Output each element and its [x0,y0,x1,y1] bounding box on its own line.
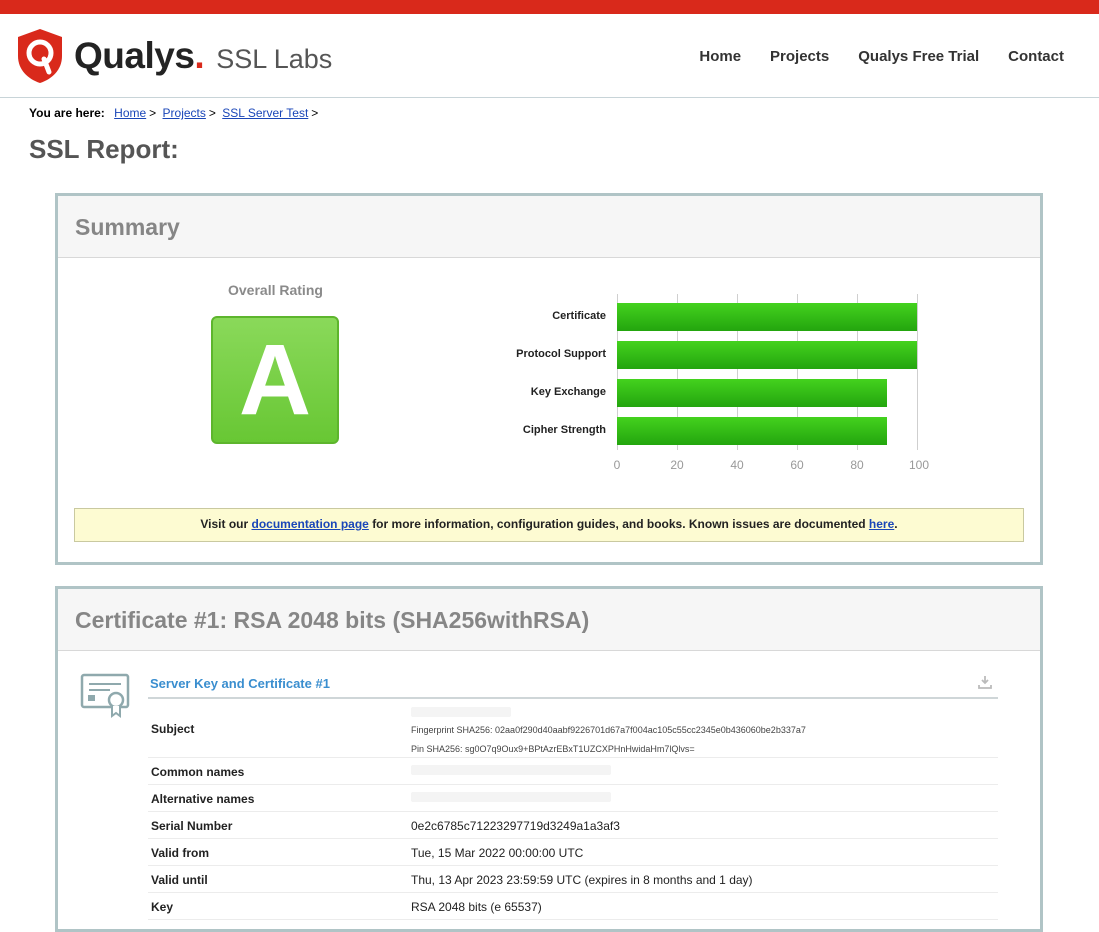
row-alternative-names: Alternative names [148,785,998,812]
bar-certificate [617,303,917,331]
server-key-section-title: Server Key and Certificate #1 [150,676,330,691]
brand-name: Qualys. [74,35,205,76]
breadcrumb-projects[interactable]: Projects [163,106,206,120]
row-label: Serial Number [151,819,233,833]
row-value: 0e2c6785c71223297719d3249a1a3af3 [411,819,620,833]
nav-contact[interactable]: Contact [1008,48,1064,65]
certificate-header: Certificate #1: RSA 2048 bits (SHA256wit… [58,589,1040,651]
category-label: Cipher Strength [522,424,606,436]
certificate-details: Subject Fingerprint SHA256: 02aa0f290d40… [148,703,998,920]
row-subject: Subject Fingerprint SHA256: 02aa0f290d40… [148,703,998,758]
redacted-value [411,764,611,778]
x-tick-label: 100 [908,458,930,472]
grid-line [917,294,918,450]
product-name: SSL Labs [216,43,333,74]
redacted-value [411,791,611,805]
nav-projects[interactable]: Projects [770,48,829,65]
category-label: Key Exchange [530,386,606,398]
fingerprint-sha256: Fingerprint SHA256: 02aa0f290d40aabf9226… [411,725,806,735]
top-accent-bar [0,0,1099,14]
x-tick-label: 40 [730,458,744,472]
x-tick-label: 80 [850,458,864,472]
row-valid-from: Valid from Tue, 15 Mar 2022 00:00:00 UTC [148,839,998,866]
download-icon[interactable] [978,675,992,689]
x-tick-label: 0 [613,458,621,472]
bar-protocol-support [617,341,917,369]
category-label: Certificate [552,310,606,322]
breadcrumb-home[interactable]: Home [114,106,146,120]
pin-sha256: Pin SHA256: sg0O7q9Oux9+BPtAzrEBxT1UZCXP… [411,744,695,754]
certificate-panel: Certificate #1: RSA 2048 bits (SHA256wit… [55,586,1043,932]
breadcrumb-ssl-server-test[interactable]: SSL Server Test [222,106,308,120]
row-value: Tue, 15 Mar 2022 00:00:00 UTC [411,846,584,860]
row-label: Key [151,900,174,914]
row-common-names: Common names [148,758,998,785]
redacted-value [411,706,511,720]
certificate-title: Certificate #1: RSA 2048 bits (SHA256wit… [75,607,590,633]
bar-key-exchange [617,379,887,407]
row-valid-until: Valid until Thu, 13 Apr 2023 23:59:59 UT… [148,866,998,893]
documentation-page-link[interactable]: documentation page [252,517,369,531]
nav-home[interactable]: Home [699,48,741,65]
known-issues-link[interactable]: here [869,517,894,531]
row-label: Common names [151,765,245,779]
summary-panel: Summary Overall Rating A 0 20 40 60 80 100 Cer… [55,193,1043,565]
certificate-icon [80,673,132,724]
row-label: Subject [151,722,195,736]
row-label: Alternative names [151,792,255,806]
row-label: Valid until [151,873,208,887]
qualys-shield-icon [18,29,62,83]
summary-title: Summary [75,214,180,240]
bar-cipher-strength [617,417,887,445]
summary-header: Summary [58,196,1040,258]
main-nav: Home Projects Qualys Free Trial Contact [699,48,1064,65]
nav-free-trial[interactable]: Qualys Free Trial [858,48,979,65]
documentation-notice: Visit our documentation page for more in… [74,508,1024,542]
site-header: Qualys. SSL Labs Home Projects Qualys Fr… [0,14,1099,98]
category-label: Protocol Support [516,348,606,360]
row-serial-number: Serial Number 0e2c6785c71223297719d3249a… [148,812,998,839]
row-value: Thu, 13 Apr 2023 23:59:59 UTC (expires i… [411,873,753,887]
qualys-logo[interactable]: Qualys. SSL Labs [16,28,332,84]
rating-bar-chart: 0 20 40 60 80 100 Certificate Protocol Support K… [498,294,978,484]
x-tick-label: 20 [670,458,684,472]
row-value: RSA 2048 bits (e 65537) [411,900,542,914]
x-tick-label: 60 [790,458,804,472]
breadcrumb: You are here: Home > Projects > SSL Server… [29,106,319,120]
row-label: Valid from [151,846,210,860]
overall-grade-badge: A [211,316,339,444]
server-key-section-header: Server Key and Certificate #1 [148,673,998,699]
overall-rating-label: Overall Rating [228,282,323,298]
page-title: SSL Report: [29,134,179,164]
